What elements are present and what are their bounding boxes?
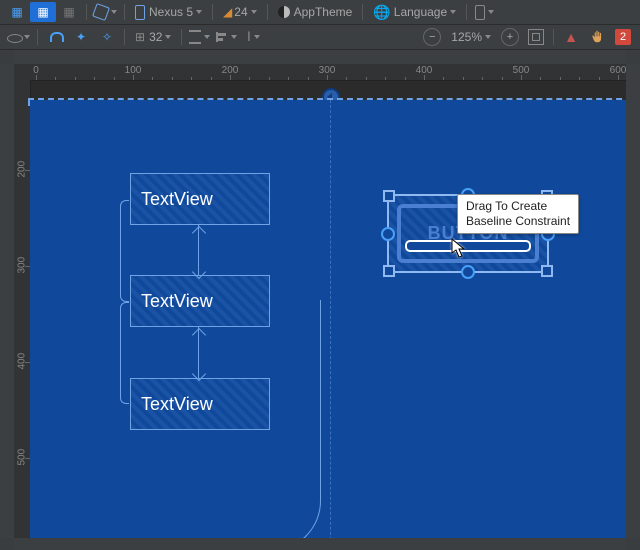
warnings-badge[interactable]: 2 xyxy=(610,27,636,47)
separator xyxy=(124,29,125,45)
default-margin[interactable]: ⊞32 xyxy=(129,27,177,47)
locale-picker[interactable]: 🌐Language xyxy=(367,2,462,22)
separator xyxy=(37,29,38,45)
surface-both-icon[interactable]: ▦ xyxy=(56,2,82,22)
constraint-anchor[interactable] xyxy=(381,227,395,241)
theme-picker[interactable]: AppTheme xyxy=(272,2,359,22)
gutter-right xyxy=(625,64,640,538)
vertical-guideline[interactable] xyxy=(330,100,331,538)
separator xyxy=(553,29,554,45)
ruler-horizontal: 0100200300400500600 xyxy=(14,64,626,81)
resize-handle[interactable] xyxy=(541,265,553,277)
toolbar-design-config: ▦ ▦ ▦ Nexus 5 ◢24 AppTheme 🌐Language xyxy=(0,0,640,25)
pack-icon[interactable] xyxy=(186,27,213,47)
tooltip: Drag To Create Baseline Constraint xyxy=(457,194,579,234)
ruler-vertical: 200300400500600 xyxy=(14,80,31,538)
widget-textview[interactable]: TextView xyxy=(130,378,270,430)
view-options-icon[interactable] xyxy=(4,27,33,47)
error-panel-icon[interactable]: ▲ xyxy=(558,27,584,47)
surface-blueprint-icon[interactable]: ▦ xyxy=(30,2,56,22)
gutter-left xyxy=(0,64,15,538)
clear-constraints-icon[interactable]: ✦ xyxy=(68,27,94,47)
surface-design-icon[interactable]: ▦ xyxy=(4,2,30,22)
gutter-top xyxy=(14,50,626,65)
separator xyxy=(267,4,268,20)
separator xyxy=(181,29,182,45)
separator xyxy=(362,4,363,20)
device-boundary xyxy=(28,98,626,106)
chain-indicator xyxy=(120,200,129,302)
variant-icon[interactable] xyxy=(471,2,497,22)
separator xyxy=(466,4,467,20)
orientation-icon[interactable] xyxy=(91,2,120,22)
zoom-out-button[interactable]: − xyxy=(419,27,445,47)
design-canvas[interactable]: 0100200300400500600 200300400500600 Text… xyxy=(14,64,626,538)
zoom-fit-button[interactable] xyxy=(523,27,549,47)
separator xyxy=(86,4,87,20)
resize-handle[interactable] xyxy=(383,190,395,202)
widget-textview[interactable]: TextView xyxy=(130,173,270,225)
resize-handle[interactable] xyxy=(383,265,395,277)
separator xyxy=(124,4,125,20)
chain-indicator xyxy=(120,302,129,404)
gutter-bottom xyxy=(14,537,626,550)
pan-icon[interactable] xyxy=(584,27,610,47)
infer-constraints-icon[interactable]: ✧ xyxy=(94,27,120,47)
zoom-value[interactable]: 125% xyxy=(445,27,497,47)
constraint-anchor[interactable] xyxy=(461,265,475,279)
api-picker[interactable]: ◢24 xyxy=(217,2,263,22)
globe-icon: 🌐 xyxy=(373,4,390,21)
constraint-curve xyxy=(270,300,321,538)
guidelines-icon[interactable]: Ⅰ xyxy=(240,27,266,47)
constraint-arrowhead-icon xyxy=(192,328,206,342)
blueprint-surface[interactable]: TextView TextView TextView BUTTON xyxy=(30,100,626,538)
autoconnect-icon[interactable] xyxy=(42,27,68,47)
toolbar-editor: ✦ ✧ ⊞32 Ⅰ − 125% + ▲ 2 xyxy=(0,25,640,50)
constraint-arrowhead-icon xyxy=(192,226,206,240)
zoom-in-button[interactable]: + xyxy=(497,27,523,47)
device-picker[interactable]: Nexus 5 xyxy=(129,2,208,22)
align-icon[interactable] xyxy=(213,27,240,47)
layout-editor: 0100200300400500600 200300400500600 Text… xyxy=(0,50,640,550)
widget-textview[interactable]: TextView xyxy=(130,275,270,327)
design-surface[interactable]: TextView TextView TextView BUTTON xyxy=(30,80,626,538)
separator xyxy=(212,4,213,20)
baseline-handle[interactable] xyxy=(405,240,531,252)
